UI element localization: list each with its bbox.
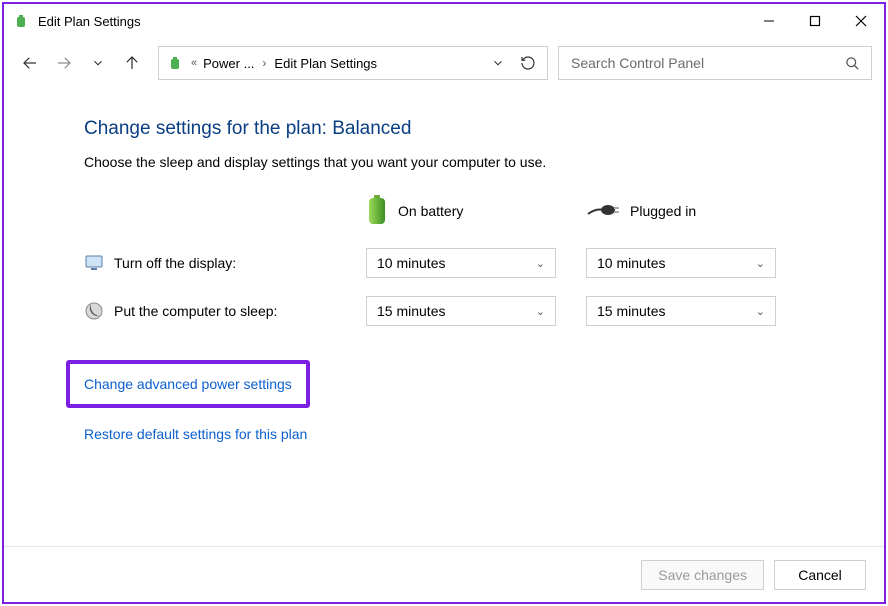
search-input[interactable] [569,54,843,72]
forward-button[interactable] [50,49,78,77]
row-display-text: Turn off the display: [114,255,236,271]
row-sleep-text: Put the computer to sleep: [114,303,277,319]
moon-icon [84,301,104,321]
monitor-icon [84,253,104,273]
sleep-battery-dropdown[interactable]: 15 minutes ⌄ [366,296,556,326]
page-subtext: Choose the sleep and display settings th… [84,154,864,170]
recent-dropdown[interactable] [84,49,112,77]
row-sleep-label: Put the computer to sleep: [84,301,336,321]
close-button[interactable] [838,4,884,38]
display-plugged-dropdown[interactable]: 10 minutes ⌄ [586,248,776,278]
column-plugged-in: Plugged in [586,192,776,230]
display-battery-value: 10 minutes [377,255,445,271]
chevron-right-icon: › [258,56,270,70]
toolbar: « Power ... › Edit Plan Settings [4,38,884,88]
window-title: Edit Plan Settings [38,14,141,29]
breadcrumb-edit-plan[interactable]: Edit Plan Settings [274,56,377,71]
titlebar: Edit Plan Settings [4,4,884,38]
save-changes-button: Save changes [641,560,764,590]
plug-icon [586,200,620,223]
battery-crumb-icon [165,53,185,73]
column-on-battery: On battery [366,192,556,230]
row-display-label: Turn off the display: [84,253,336,273]
address-bar[interactable]: « Power ... › Edit Plan Settings [158,46,548,80]
change-advanced-link[interactable]: Change advanced power settings [84,376,292,392]
column-battery-label: On battery [398,203,463,219]
cancel-button-label: Cancel [798,567,842,583]
sleep-plugged-dropdown[interactable]: 15 minutes ⌄ [586,296,776,326]
restore-defaults-link[interactable]: Restore default settings for this plan [84,426,307,442]
chevron-left-icon[interactable]: « [189,57,199,69]
chevron-down-icon: ⌄ [756,257,765,270]
up-button[interactable] [118,49,146,77]
battery-icon [366,194,388,229]
chevron-down-icon: ⌄ [756,305,765,318]
page-heading: Change settings for the plan: Balanced [84,118,864,140]
search-icon[interactable] [843,54,861,72]
cancel-button[interactable]: Cancel [774,560,866,590]
save-button-label: Save changes [658,567,747,583]
search-box[interactable] [558,46,872,80]
window: Edit Plan Settings [2,2,886,604]
settings-grid: On battery Plugged in [84,192,864,326]
sleep-plugged-value: 15 minutes [597,303,665,319]
battery-app-icon [12,12,30,30]
footer: Save changes Cancel [4,546,884,602]
column-plugged-label: Plugged in [630,203,696,219]
breadcrumb-power[interactable]: Power ... [203,56,254,71]
advanced-link-highlight: Change advanced power settings [66,360,310,408]
minimize-button[interactable] [746,4,792,38]
display-battery-dropdown[interactable]: 10 minutes ⌄ [366,248,556,278]
sleep-battery-value: 15 minutes [377,303,445,319]
links-section: Change advanced power settings Restore d… [84,360,864,442]
address-dropdown[interactable] [485,50,511,76]
window-controls [746,4,884,38]
chevron-down-icon: ⌄ [536,305,545,318]
back-button[interactable] [16,49,44,77]
maximize-button[interactable] [792,4,838,38]
content: Change settings for the plan: Balanced C… [4,88,884,546]
display-plugged-value: 10 minutes [597,255,665,271]
refresh-button[interactable] [515,50,541,76]
chevron-down-icon: ⌄ [536,257,545,270]
